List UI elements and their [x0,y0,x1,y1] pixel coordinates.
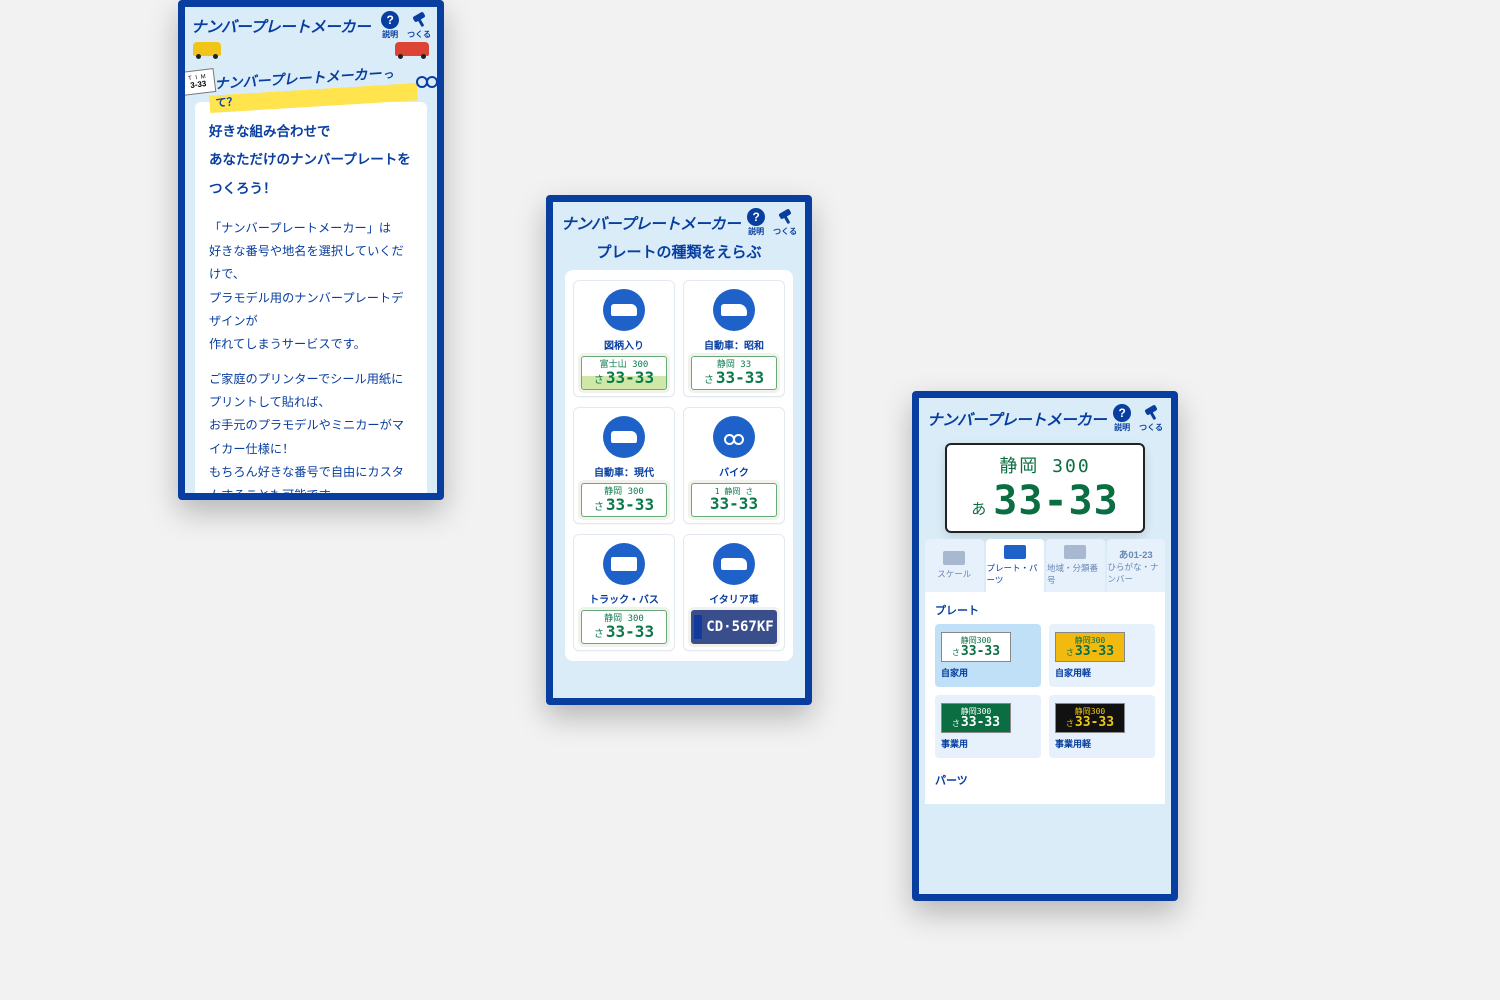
swatch-business[interactable]: 静岡300さ33-33 事業用 [935,695,1041,758]
car-yellow-icon [193,42,221,56]
section-title-parts: パーツ [935,772,1155,788]
topbar-actions: ?説明 つくる [747,208,797,237]
tab-region-class[interactable]: 地域・分類番号 [1046,539,1105,592]
plate-preview: 1 静岡 さ 33-33 [691,483,777,517]
help-button[interactable]: ?説明 [1113,404,1131,433]
type-grid: 図柄入り 富士山 300 さ33-33 自動車：昭和 静岡 33 さ33-33 … [565,270,793,661]
plate-preview: 静岡 300 さ33-33 [581,610,667,644]
swatch-preview: 静岡300さ33-33 [941,703,1011,733]
swatch-preview: 静岡300さ33-33 [941,632,1011,662]
help-label: 説明 [382,29,398,40]
tab-plate-parts[interactable]: プレート・パーツ [986,539,1045,592]
make-label: つくる [407,29,431,40]
plate-icon [1004,545,1026,559]
plate-swatches: 静岡300さ33-33 自家用 静岡300さ33-33 自家用軽 静岡300さ3… [935,624,1155,758]
topbar: ナンバープレートメーカー ?説明 つくる [553,202,805,237]
car-icon [603,289,645,331]
make-button[interactable]: つくる [773,208,797,237]
type-card-pattern[interactable]: 図柄入り 富士山 300 さ33-33 [573,280,675,397]
tab-scale[interactable]: スケール [925,539,984,592]
about-banner: T I M 3-33 ナンバープレートメーカーって？ [178,64,444,102]
app-logo: ナンバープレートメーカー [927,408,1106,430]
make-button[interactable]: つくる [407,11,431,40]
swatch-private[interactable]: 静岡300さ33-33 自家用 [935,624,1041,687]
question-icon: ? [1113,404,1131,422]
number-sample-icon: あ01-23 [1119,547,1153,561]
sportscar-icon [713,543,755,585]
topbar: ナンバープレートメーカー ? 説明 つくる [185,7,437,42]
screen-editor: ナンバープレートメーカー ?説明 つくる 静岡 300 あ33-33 スケール … [912,391,1178,901]
about-para-1: 「ナンバープレートメーカー」は 好きな番号や地名を選択していくだけで、 プラモデ… [209,217,413,356]
gavel-icon [410,11,428,29]
app-logo: ナンバープレートメーカー [191,15,370,37]
type-card-car-showa[interactable]: 自動車：昭和 静岡 33 さ33-33 [683,280,785,397]
car-icon [603,416,645,458]
editor-tabs: スケール プレート・パーツ 地域・分類番号 あ01-23 ひらがな・ナンバー [925,539,1165,592]
decor-cars [185,42,437,56]
screen-choose-type: ナンバープレートメーカー ?説明 つくる プレートの種類をえらぶ 図柄入り 富士… [546,195,812,705]
swatch-private-kei[interactable]: 静岡300さ33-33 自家用軽 [1049,624,1155,687]
car-icon [713,289,755,331]
topbar-actions: ? 説明 つくる [381,11,431,40]
plate-preview: 静岡 300 さ33-33 [581,483,667,517]
help-button[interactable]: ?説明 [747,208,765,237]
screen-about: ナンバープレートメーカー ? 説明 つくる T I M 3-33 ナンバープレー… [178,0,444,500]
plate-preview: 富士山 300 さ33-33 [581,356,667,390]
type-card-italian[interactable]: イタリア車 CD·567KF [683,534,785,651]
truck-icon [603,543,645,585]
about-text: 好きな組み合わせで あなただけのナンバープレートを つくろう！ 「ナンバープレー… [195,102,427,500]
topbar-actions: ?説明 つくる [1113,404,1163,433]
make-button[interactable]: つくる [1139,404,1163,433]
car-red-icon [395,42,429,56]
question-icon: ? [381,11,399,29]
plate-preview-large: 静岡 300 あ33-33 [945,443,1145,533]
lead-text: 好きな組み合わせで あなただけのナンバープレートを つくろう！ [209,118,413,203]
app-logo: ナンバープレートメーカー [561,212,740,234]
tab-hiragana-number[interactable]: あ01-23 ひらがな・ナンバー [1107,539,1166,592]
type-card-car-modern[interactable]: 自動車：現代 静岡 300 さ33-33 [573,407,675,524]
gavel-icon [1142,404,1160,422]
page-title: プレートの種類をえらぶ [553,241,805,262]
swatch-preview: 静岡300さ33-33 [1055,632,1125,662]
editor-panel: プレート 静岡300さ33-33 自家用 静岡300さ33-33 自家用軽 静岡… [925,592,1165,804]
plate-preview: 静岡 33 さ33-33 [691,356,777,390]
help-button[interactable]: ? 説明 [381,11,399,40]
motorcycle-icon [713,416,755,458]
map-icon [1064,545,1086,559]
question-icon: ? [747,208,765,226]
about-para-2: ご家庭のプリンターでシール用紙にプリントして貼れば、 お手元のプラモデルやミニカ… [209,368,413,500]
section-title-plate: プレート [935,602,1155,618]
plate-preview: CD·567KF [691,610,777,644]
swatch-business-kei[interactable]: 静岡300さ33-33 事業用軽 [1049,695,1155,758]
topbar: ナンバープレートメーカー ?説明 つくる [919,398,1171,433]
type-card-bike[interactable]: バイク 1 静岡 さ 33-33 [683,407,785,524]
type-card-truck-bus[interactable]: トラック・バス 静岡 300 さ33-33 [573,534,675,651]
motorcycle-icon [415,72,439,88]
swatch-preview: 静岡300さ33-33 [1055,703,1125,733]
scale-icon [943,551,965,565]
gavel-icon [776,208,794,226]
